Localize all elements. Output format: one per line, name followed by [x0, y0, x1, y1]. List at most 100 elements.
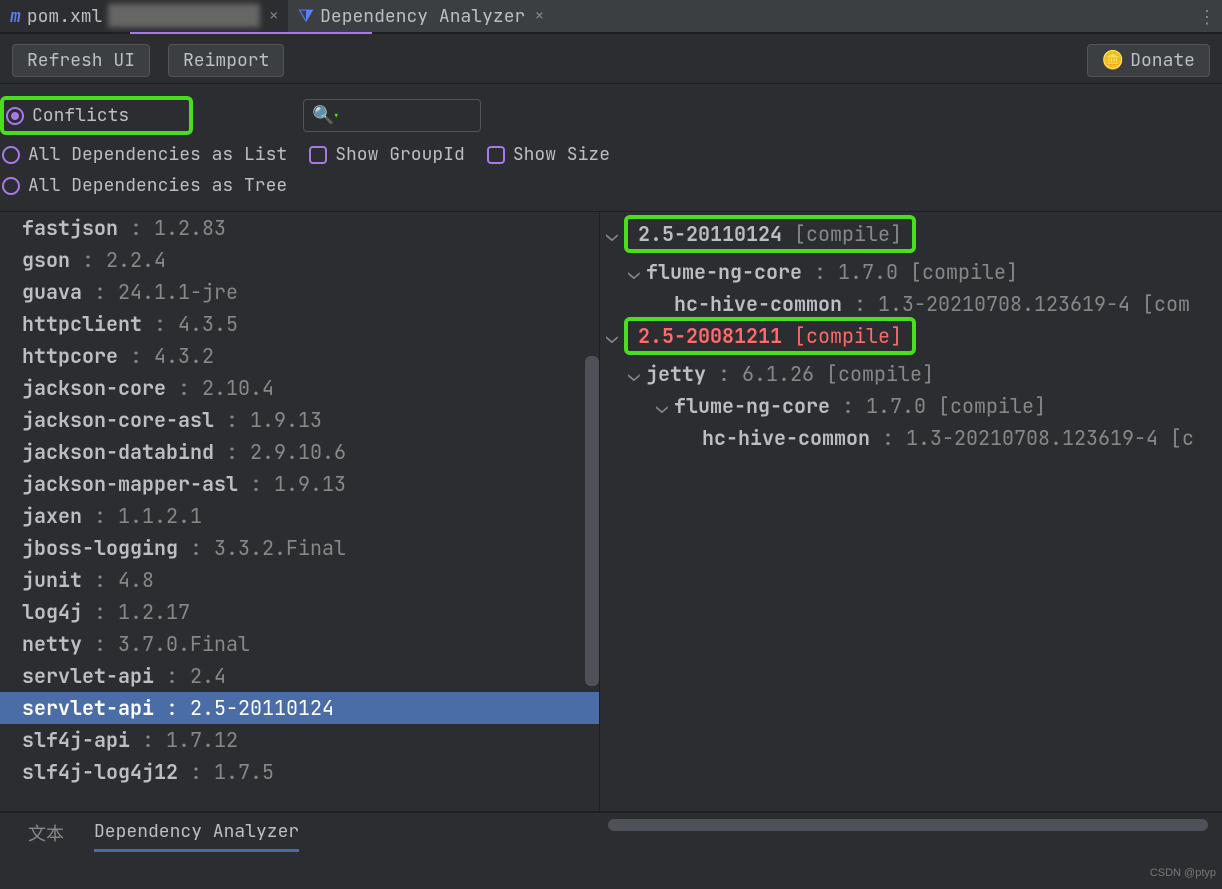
- chevron-down-icon[interactable]: ⌄: [628, 361, 646, 387]
- tree-row[interactable]: ⌄ flume-ng-core : 1.7.0 [compile]: [600, 256, 1222, 288]
- tab-pom-filename: pom.xml: [27, 5, 103, 28]
- filter-show-groupid[interactable]: Show GroupId: [309, 143, 465, 166]
- checkbox-icon: [487, 146, 505, 164]
- tree-scope: [compile]: [826, 361, 934, 387]
- radio-icon: [2, 146, 20, 164]
- search-input[interactable]: 🔍▾: [303, 99, 481, 132]
- list-item[interactable]: gson : 2.2.4: [0, 244, 599, 276]
- tree-scope: [compile]: [910, 259, 1018, 285]
- bottom-tab-text[interactable]: 文本: [28, 820, 64, 852]
- filter-conflicts[interactable]: Conflicts: [6, 104, 129, 127]
- tree-row[interactable]: ⌄ flume-ng-core : 1.7.0 [compile]: [600, 390, 1222, 422]
- tree-row-conflict[interactable]: ⌄ 2.5-20081211 [compile]: [600, 314, 1222, 358]
- tree-name: flume-ng-core: [646, 259, 802, 285]
- filter-panel: Conflicts 🔍▾ All Dependencies as List Sh…: [0, 84, 1222, 212]
- dep-name: httpclient: [22, 311, 142, 337]
- dep-version: 2.9.10.6: [250, 439, 346, 465]
- close-icon[interactable]: ✕: [535, 7, 543, 25]
- dep-version: 1.9.13: [250, 407, 322, 433]
- list-item[interactable]: jaxen : 1.1.2.1: [0, 500, 599, 532]
- dep-name: servlet-api: [22, 695, 154, 721]
- dep-version: 1.9.13: [274, 471, 346, 497]
- dep-version: 24.1.1-jre: [118, 279, 238, 305]
- list-item[interactable]: jackson-core-asl : 1.9.13: [0, 404, 599, 436]
- checkbox-icon: [309, 146, 327, 164]
- list-item[interactable]: jackson-mapper-asl : 1.9.13: [0, 468, 599, 500]
- tab-pom[interactable]: m pom.xml ██████████████ ✕: [0, 0, 288, 32]
- tree-version: 2.5-20110124: [638, 221, 782, 247]
- analyzer-icon: ⧩: [298, 5, 314, 28]
- maven-icon: m: [10, 5, 21, 28]
- dep-name: jackson-mapper-asl: [22, 471, 238, 497]
- dep-version: 1.7.12: [166, 727, 238, 753]
- donate-button[interactable]: 🪙 Donate: [1087, 44, 1210, 77]
- filter-all-list-label: All Dependencies as List: [28, 143, 287, 166]
- tree-version: 2.5-20081211: [638, 323, 782, 349]
- tree-version: 1.3-20210708.123619-4: [906, 425, 1158, 451]
- dep-version: 3.3.2.Final: [214, 535, 346, 561]
- dep-version: 2.5-20110124: [190, 695, 334, 721]
- list-item[interactable]: httpcore : 4.3.2: [0, 340, 599, 372]
- tree-name: jetty: [646, 361, 706, 387]
- scrollbar-thumb[interactable]: [585, 356, 599, 686]
- scrollbar-thumb-horizontal[interactable]: [608, 819, 1208, 831]
- dep-name: servlet-api: [22, 663, 154, 689]
- more-menu-icon[interactable]: ⋮: [1198, 6, 1216, 29]
- chevron-down-icon[interactable]: ⌄: [656, 393, 674, 419]
- list-item[interactable]: slf4j-log4j12 : 1.7.5: [0, 756, 599, 788]
- bottom-tab-analyzer[interactable]: Dependency Analyzer: [94, 820, 299, 852]
- dep-name: slf4j-api: [22, 727, 130, 753]
- tree-row[interactable]: ⌄ jetty : 6.1.26 [compile]: [600, 358, 1222, 390]
- tab-dependency-analyzer[interactable]: ⧩ Dependency Analyzer ✕: [288, 0, 554, 32]
- list-item[interactable]: jackson-core : 2.10.4: [0, 372, 599, 404]
- filter-show-groupid-label: Show GroupId: [335, 143, 465, 166]
- list-item[interactable]: servlet-api : 2.5-20110124: [0, 692, 599, 724]
- dep-version: 1.1.2.1: [118, 503, 202, 529]
- chevron-down-icon[interactable]: ⌄: [606, 221, 624, 247]
- dep-name: gson: [22, 247, 70, 273]
- refresh-button[interactable]: Refresh UI: [12, 44, 150, 77]
- filter-all-tree[interactable]: All Dependencies as Tree: [2, 174, 287, 197]
- tree-row[interactable]: hc-hive-common : 1.3-20210708.123619-4 […: [600, 422, 1222, 454]
- close-icon[interactable]: ✕: [270, 7, 278, 25]
- tree-version: 6.1.26: [742, 361, 814, 387]
- list-item[interactable]: fastjson : 1.2.83: [0, 212, 599, 244]
- dependency-tree-pane[interactable]: ⌄ 2.5-20110124 [compile] ⌄ flume-ng-core…: [600, 212, 1222, 811]
- dep-name: jackson-core-asl: [22, 407, 214, 433]
- tab-pom-path: ██████████████: [108, 5, 259, 28]
- tree-version: 1.7.0: [866, 393, 926, 419]
- tree-scope: [compile]: [938, 393, 1046, 419]
- dep-name: junit: [22, 567, 82, 593]
- tree-name: hc-hive-common: [702, 425, 870, 451]
- dependency-list-pane[interactable]: fastjson : 1.2.83gson : 2.2.4guava : 24.…: [0, 212, 600, 811]
- reimport-button[interactable]: Reimport: [168, 44, 284, 77]
- list-item[interactable]: netty : 3.7.0.Final: [0, 628, 599, 660]
- dep-version: 1.2.83: [154, 215, 226, 241]
- split-pane: fastjson : 1.2.83gson : 2.2.4guava : 24.…: [0, 212, 1222, 812]
- list-item[interactable]: jackson-databind : 2.9.10.6: [0, 436, 599, 468]
- dropdown-arrow-icon: ▾: [333, 108, 340, 124]
- action-bar: Refresh UI Reimport 🪙 Donate: [0, 34, 1222, 84]
- dep-name: jboss-logging: [22, 535, 178, 561]
- list-item[interactable]: jboss-logging : 3.3.2.Final: [0, 532, 599, 564]
- chevron-down-icon[interactable]: ⌄: [606, 323, 624, 349]
- chevron-down-icon[interactable]: ⌄: [628, 259, 646, 285]
- list-item[interactable]: slf4j-api : 1.7.12: [0, 724, 599, 756]
- dep-name: fastjson: [22, 215, 118, 241]
- dep-version: 2.10.4: [202, 375, 274, 401]
- list-item[interactable]: httpclient : 4.3.5: [0, 308, 599, 340]
- dep-version: 2.4: [190, 663, 226, 689]
- bottom-tabbar: 文本 Dependency Analyzer: [0, 812, 1222, 852]
- filter-show-size-label: Show Size: [513, 143, 610, 166]
- radio-icon: [2, 177, 20, 195]
- radio-icon: [6, 107, 24, 125]
- list-item[interactable]: log4j : 1.2.17: [0, 596, 599, 628]
- highlight-box: 2.5-20081211 [compile]: [624, 317, 916, 355]
- donate-label: Donate: [1130, 49, 1195, 72]
- tree-row[interactable]: ⌄ 2.5-20110124 [compile]: [600, 212, 1222, 256]
- list-item[interactable]: guava : 24.1.1-jre: [0, 276, 599, 308]
- list-item[interactable]: junit : 4.8: [0, 564, 599, 596]
- list-item[interactable]: servlet-api : 2.4: [0, 660, 599, 692]
- filter-all-list[interactable]: All Dependencies as List: [2, 143, 287, 166]
- filter-show-size[interactable]: Show Size: [487, 143, 610, 166]
